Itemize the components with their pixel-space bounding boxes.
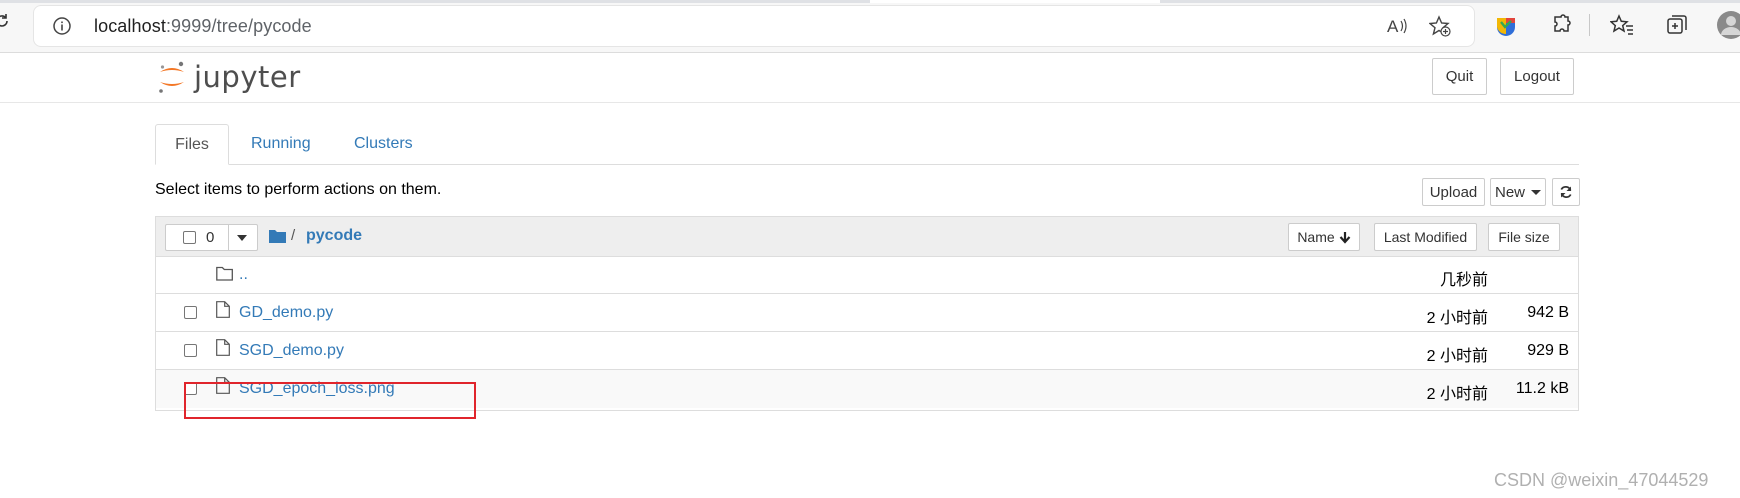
jupyter-logo[interactable]: jupyter xyxy=(158,57,301,97)
selected-count: 0 xyxy=(206,229,215,246)
url-path: :9999/tree/pycode xyxy=(165,16,312,36)
tab-strip xyxy=(0,0,1740,3)
logo-text: jupyter xyxy=(194,60,301,94)
sort-by-modified-button[interactable]: Last Modified xyxy=(1374,223,1477,251)
row-checkbox[interactable] xyxy=(184,306,197,319)
tab-clusters[interactable]: Clusters xyxy=(354,124,413,164)
file-icon xyxy=(216,339,230,356)
address-bar[interactable]: localhost:9999/tree/pycode A xyxy=(33,5,1475,47)
select-dropdown-icon[interactable] xyxy=(237,235,247,241)
jupyter-header: jupyter Quit Logout xyxy=(0,52,1740,103)
file-modified: 2 小时前 xyxy=(1426,386,1488,403)
refresh-button[interactable] xyxy=(1552,178,1580,206)
browser-toolbar: localhost:9999/tree/pycode A xyxy=(0,0,1740,53)
svg-text:A: A xyxy=(1387,17,1399,36)
logout-button[interactable]: Logout xyxy=(1500,58,1574,95)
caret-down-icon xyxy=(1531,189,1541,195)
tab-running[interactable]: Running xyxy=(251,124,311,164)
jupyter-logo-icon xyxy=(159,61,184,93)
file-name[interactable]: GD_demo.py xyxy=(239,304,333,322)
folder-icon[interactable] xyxy=(269,228,286,243)
extension-color-icon[interactable] xyxy=(1494,13,1518,37)
puzzle-icon[interactable] xyxy=(1550,13,1574,37)
read-aloud-icon[interactable]: A xyxy=(1386,15,1408,37)
sort-name-label: Name xyxy=(1297,229,1335,245)
favorite-add-icon[interactable] xyxy=(1429,15,1451,37)
file-modified: 几秒前 xyxy=(1439,272,1488,289)
file-name[interactable]: .. xyxy=(239,266,248,284)
breadcrumb-separator: / xyxy=(291,227,296,244)
toolbar-separator xyxy=(1589,14,1590,36)
new-dropdown-button[interactable]: New xyxy=(1490,178,1546,206)
list-item[interactable]: SGD_demo.py 2 小时前 929 B xyxy=(156,332,1578,370)
refresh-icon xyxy=(1560,185,1572,199)
arrow-down-icon xyxy=(1339,231,1350,244)
profile-icon[interactable] xyxy=(1716,10,1740,40)
sort-by-size-button[interactable]: File size xyxy=(1488,223,1560,251)
reload-icon[interactable] xyxy=(0,13,10,29)
watermark: CSDN @weixin_47044529 xyxy=(1494,470,1709,490)
list-item-parent[interactable]: .. 几秒前 xyxy=(156,256,1578,294)
select-all-group[interactable]: 0 xyxy=(165,224,258,251)
folder-outline-icon xyxy=(216,266,233,281)
quit-button[interactable]: Quit xyxy=(1432,58,1487,95)
info-icon[interactable] xyxy=(52,16,72,36)
file-icon xyxy=(216,301,230,318)
row-checkbox[interactable] xyxy=(184,344,197,357)
file-size: 942 B xyxy=(1527,304,1569,321)
breadcrumb-current-dir[interactable]: pycode xyxy=(306,227,362,245)
tab-files[interactable]: Files xyxy=(155,124,229,165)
file-modified: 2 小时前 xyxy=(1426,348,1488,365)
list-item[interactable]: GD_demo.py 2 小时前 942 B xyxy=(156,294,1578,332)
new-label: New xyxy=(1494,183,1525,201)
file-list-header: 0 / pycode Name Last Modified File size xyxy=(156,217,1578,257)
upload-button[interactable]: Upload xyxy=(1422,178,1485,206)
main-tabs: Files Running Clusters xyxy=(155,124,1579,165)
file-modified: 2 小时前 xyxy=(1426,310,1488,327)
select-all-checkbox[interactable] xyxy=(183,231,196,244)
sort-by-name-button[interactable]: Name xyxy=(1288,223,1360,251)
file-size: 11.2 kB xyxy=(1515,380,1569,397)
collections-icon[interactable] xyxy=(1665,13,1689,37)
url-host: localhost xyxy=(94,16,166,36)
selection-hint: Select items to perform actions on them. xyxy=(155,181,442,198)
favorites-icon[interactable] xyxy=(1610,13,1634,37)
file-name[interactable]: SGD_demo.py xyxy=(239,342,344,360)
highlight-box xyxy=(184,382,476,419)
url-text[interactable]: localhost:9999/tree/pycode xyxy=(94,16,312,37)
file-size: 929 B xyxy=(1527,342,1569,359)
